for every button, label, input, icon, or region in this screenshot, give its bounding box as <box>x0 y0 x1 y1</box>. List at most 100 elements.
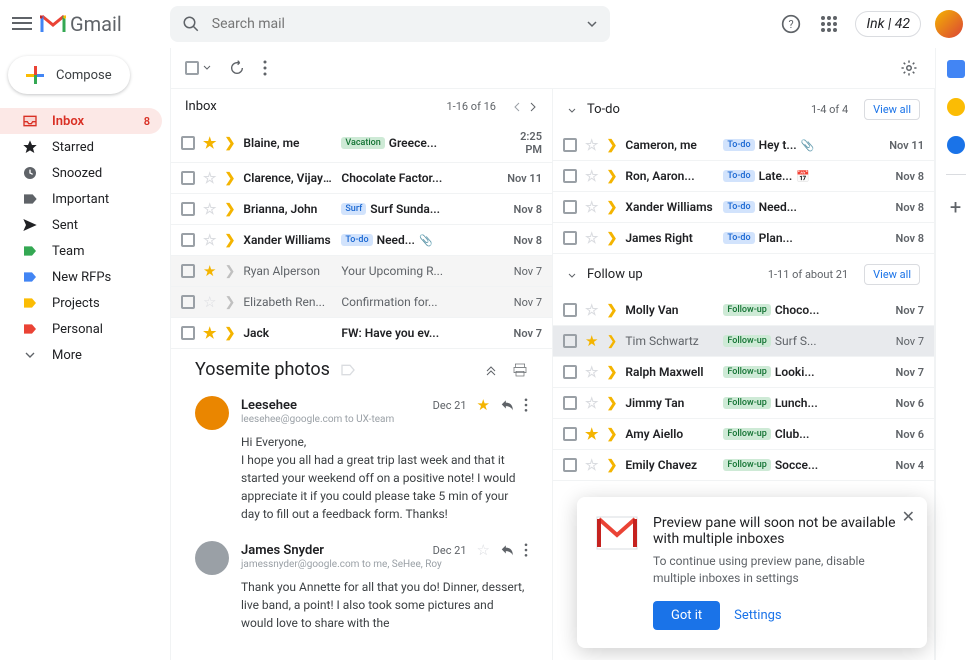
row-checkbox[interactable] <box>563 169 577 183</box>
star-icon[interactable]: ☆ <box>585 167 598 185</box>
more-icon[interactable] <box>524 543 528 557</box>
email-row[interactable]: ☆❯Xander WilliamsTo-do Need... Nov 8 <box>553 192 934 223</box>
sidebar-item-projects[interactable]: Projects <box>0 290 162 316</box>
important-icon[interactable]: ❯ <box>224 171 235 186</box>
email-row[interactable]: ★❯Jack FW: Have you ev... Nov 7 <box>171 318 552 349</box>
row-checkbox[interactable] <box>563 396 577 410</box>
star-icon[interactable]: ☆ <box>203 169 216 187</box>
sidebar-item-team[interactable]: Team <box>0 238 162 264</box>
row-checkbox[interactable] <box>563 231 577 245</box>
add-panel-icon[interactable]: + <box>950 195 961 219</box>
reply-icon[interactable] <box>500 543 514 557</box>
settings-link[interactable]: Settings <box>734 608 781 623</box>
email-row[interactable]: ☆❯Molly VanFollow-up Choco... Nov 7 <box>553 295 934 326</box>
star-icon[interactable]: ☆ <box>585 456 598 474</box>
reply-icon[interactable] <box>500 398 514 412</box>
important-icon[interactable]: ❯ <box>224 295 235 310</box>
star-icon[interactable]: ☆ <box>585 301 598 319</box>
search-bar[interactable] <box>170 6 610 42</box>
star-icon[interactable]: ☆ <box>585 363 598 381</box>
star-icon[interactable]: ☆ <box>477 541 490 559</box>
collapse-icon[interactable] <box>567 270 577 280</box>
email-row[interactable]: ★❯Blaine, meVacation Greece... 2:25 PM <box>171 124 552 163</box>
view-all-button[interactable]: View all <box>864 264 920 285</box>
important-icon[interactable]: ❯ <box>606 365 617 380</box>
settings-icon[interactable] <box>897 56 921 80</box>
star-icon[interactable]: ☆ <box>585 394 598 412</box>
apps-icon[interactable] <box>817 12 841 36</box>
keep-icon[interactable] <box>947 98 965 116</box>
close-icon[interactable]: ✕ <box>902 507 915 526</box>
email-row[interactable]: ☆❯Jimmy TanFollow-up Lunch... Nov 6 <box>553 388 934 419</box>
row-checkbox[interactable] <box>563 138 577 152</box>
prev-page-icon[interactable] <box>512 102 522 112</box>
more-icon[interactable] <box>263 60 267 76</box>
sidebar-item-snoozed[interactable]: Snoozed <box>0 160 162 186</box>
row-checkbox[interactable] <box>181 171 195 185</box>
help-icon[interactable]: ? <box>779 12 803 36</box>
star-icon[interactable]: ★ <box>203 262 216 280</box>
row-checkbox[interactable] <box>181 202 195 216</box>
important-icon[interactable]: ❯ <box>606 303 617 318</box>
star-icon[interactable]: ☆ <box>585 229 598 247</box>
email-row[interactable]: ☆❯Brianna, JohnSurf Surf Sunda... Nov 8 <box>171 194 552 225</box>
email-row[interactable]: ☆❯Clarence, Vijay 13 Chocolate Factor...… <box>171 163 552 194</box>
sidebar-item-inbox[interactable]: Inbox8 <box>0 108 162 134</box>
search-input[interactable] <box>212 16 574 32</box>
label-icon[interactable] <box>340 362 356 378</box>
email-row[interactable]: ☆❯Ron, Aaron...To-do Late... 📅Nov 8 <box>553 161 934 192</box>
row-checkbox[interactable] <box>563 458 577 472</box>
email-row[interactable]: ★❯Tim SchwartzFollow-up Surf S... Nov 7 <box>553 326 934 357</box>
refresh-icon[interactable] <box>229 60 245 76</box>
star-icon[interactable]: ☆ <box>203 231 216 249</box>
got-it-button[interactable]: Got it <box>653 601 720 630</box>
sidebar-item-sent[interactable]: Sent <box>0 212 162 238</box>
sidebar-item-starred[interactable]: Starred <box>0 134 162 160</box>
important-icon[interactable]: ❯ <box>606 138 617 153</box>
account-avatar[interactable] <box>935 10 963 38</box>
important-icon[interactable]: ❯ <box>606 200 617 215</box>
star-icon[interactable]: ★ <box>585 425 598 443</box>
important-icon[interactable]: ❯ <box>224 326 235 341</box>
star-icon[interactable]: ☆ <box>585 136 598 154</box>
important-icon[interactable]: ❯ <box>606 169 617 184</box>
main-menu-button[interactable] <box>12 14 32 34</box>
star-icon[interactable]: ☆ <box>203 200 216 218</box>
important-icon[interactable]: ❯ <box>606 231 617 246</box>
important-icon[interactable]: ❯ <box>224 202 235 217</box>
next-page-icon[interactable] <box>528 102 538 112</box>
star-icon[interactable]: ☆ <box>585 198 598 216</box>
row-checkbox[interactable] <box>563 334 577 348</box>
star-icon[interactable]: ☆ <box>203 293 216 311</box>
more-icon[interactable] <box>524 398 528 412</box>
sidebar-item-important[interactable]: Important <box>0 186 162 212</box>
star-icon[interactable]: ★ <box>477 396 490 414</box>
select-all[interactable] <box>185 61 211 75</box>
collapse-icon[interactable] <box>484 362 498 376</box>
row-checkbox[interactable] <box>563 427 577 441</box>
row-checkbox[interactable] <box>563 303 577 317</box>
email-row[interactable]: ☆❯Ralph MaxwellFollow-up Looki... Nov 7 <box>553 357 934 388</box>
row-checkbox[interactable] <box>181 264 195 278</box>
row-checkbox[interactable] <box>181 136 195 150</box>
important-icon[interactable]: ❯ <box>224 136 235 151</box>
row-checkbox[interactable] <box>181 326 195 340</box>
important-icon[interactable]: ❯ <box>606 396 617 411</box>
email-row[interactable]: ☆❯Emily ChavezFollow-up Socce... Nov 4 <box>553 450 934 481</box>
row-checkbox[interactable] <box>181 233 195 247</box>
row-checkbox[interactable] <box>563 200 577 214</box>
row-checkbox[interactable] <box>563 365 577 379</box>
star-icon[interactable]: ★ <box>585 332 598 350</box>
star-icon[interactable]: ★ <box>203 324 216 342</box>
important-icon[interactable]: ❯ <box>224 264 235 279</box>
compose-button[interactable]: Compose <box>8 56 130 94</box>
important-icon[interactable]: ❯ <box>606 427 617 442</box>
ink-badge[interactable]: Ink | 42 <box>855 11 921 37</box>
email-row[interactable]: ☆❯James RightTo-do Plan... Nov 8 <box>553 223 934 254</box>
tasks-icon[interactable] <box>947 136 965 154</box>
sidebar-item-new-rfps[interactable]: New RFPs <box>0 264 162 290</box>
gmail-logo[interactable]: Gmail <box>40 12 122 36</box>
view-all-button[interactable]: View all <box>864 99 920 120</box>
email-row[interactable]: ☆❯Xander WilliamsTo-do Need... 📎Nov 8 <box>171 225 552 256</box>
print-icon[interactable] <box>512 362 528 378</box>
